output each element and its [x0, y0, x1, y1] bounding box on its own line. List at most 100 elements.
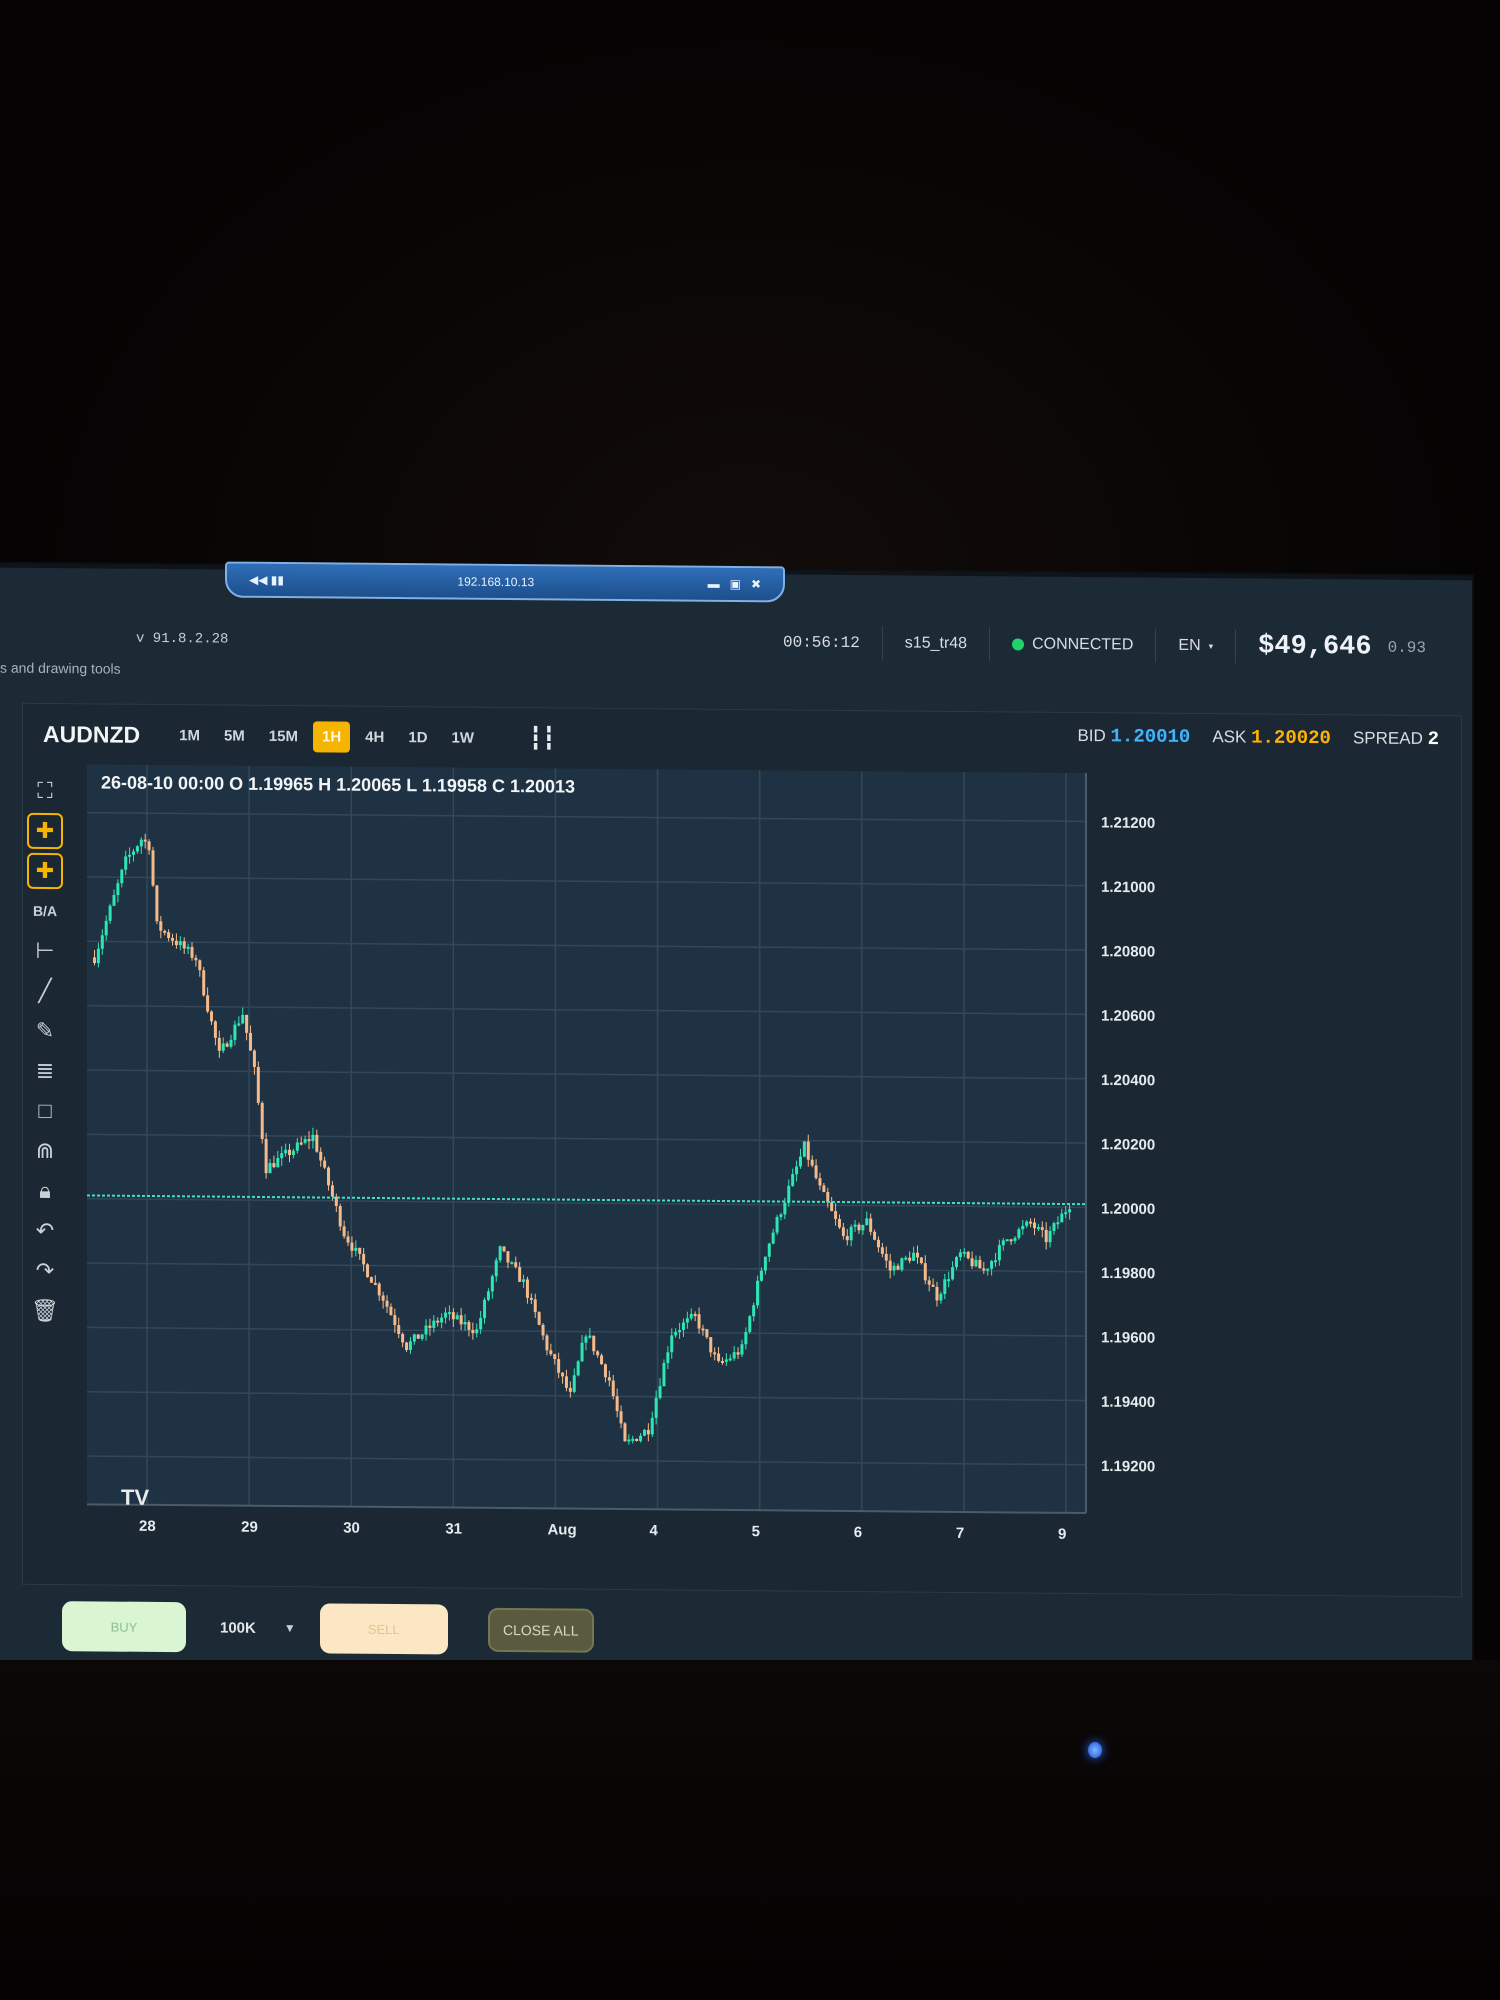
- trend-line-icon[interactable]: ╱: [27, 973, 63, 1009]
- candle-down: [225, 1043, 229, 1047]
- candle-up: [642, 1429, 646, 1436]
- candle-down: [198, 960, 202, 971]
- buy-button[interactable]: BUY: [62, 1601, 186, 1653]
- candle-down: [1029, 1221, 1033, 1224]
- candle-up: [685, 1318, 689, 1323]
- candle-down: [210, 1011, 214, 1022]
- candle-up: [802, 1141, 806, 1157]
- candle-down: [93, 957, 96, 964]
- candle-down: [213, 1021, 217, 1038]
- undo-icon[interactable]: ↶: [27, 1213, 63, 1249]
- candle-up: [186, 946, 190, 949]
- tab-timeframe-15m[interactable]: 15M: [260, 720, 307, 751]
- tab-timeframe-1h[interactable]: 1H: [312, 720, 351, 753]
- candle-down: [537, 1312, 541, 1325]
- quote-bar: BID 1.20010 ASK 1.20020 SPREAD 2: [1077, 725, 1439, 750]
- candle-down: [701, 1328, 705, 1331]
- room-background-bottom: [0, 1660, 1500, 2000]
- candle-up: [116, 883, 120, 895]
- price-chart[interactable]: 1.21200 1.21000 1.20800 1.20600 1.20400 1.202…: [81, 764, 1451, 1566]
- drawing-toolbar: ⛶ ✚ ✚ B/A ⊢ ╱ ✎ ≣ □ ⋒ 🔒︎ ↶ ↷ 🗑︎: [27, 769, 71, 1529]
- fullscreen-icon[interactable]: ⛶: [27, 773, 63, 809]
- tab-timeframe-1m[interactable]: 1M: [170, 720, 209, 751]
- candle-down: [709, 1337, 713, 1353]
- candle-up: [1005, 1239, 1009, 1242]
- candle-down: [338, 1206, 342, 1227]
- close-all-button[interactable]: CLOSE ALL: [487, 1607, 594, 1653]
- candle-down: [814, 1165, 818, 1179]
- candle-down: [564, 1376, 568, 1388]
- candle-up: [268, 1163, 272, 1174]
- candle-down: [822, 1185, 826, 1193]
- rectangle-icon[interactable]: □: [27, 1093, 63, 1129]
- crosshair-alt-icon[interactable]: ✚: [27, 852, 63, 890]
- candle-up: [96, 948, 100, 964]
- minimize-icon[interactable]: ▬: [708, 577, 720, 591]
- tab-timeframe-1d[interactable]: 1D: [399, 722, 436, 753]
- candlestick-chart-svg[interactable]: 1.21200 1.21000 1.20800 1.20600 1.20400 1.202…: [81, 764, 1451, 1566]
- account-balance: $49,646 0.93: [1235, 629, 1448, 666]
- sell-button[interactable]: SELL: [319, 1603, 448, 1655]
- candle-down: [381, 1295, 385, 1301]
- candle-down: [557, 1359, 561, 1373]
- candle-up: [576, 1361, 580, 1376]
- redo-icon[interactable]: ↷: [27, 1253, 63, 1289]
- monitor-screen: ◀◀ ▮▮ 192.168.10.13 ▬ ▣ ✖ v 91.8.2.28 s …: [0, 561, 1472, 1676]
- candle-up: [861, 1224, 865, 1231]
- candle-down: [451, 1312, 455, 1320]
- chevron-down-icon[interactable]: ▼: [284, 1621, 296, 1635]
- tab-timeframe-5m[interactable]: 5M: [215, 720, 254, 751]
- candlestick-type-icon[interactable]: ┇┇: [529, 725, 556, 751]
- bid-ask-toggle[interactable]: B/A: [27, 893, 63, 929]
- x-tick-label: 9: [1058, 1526, 1066, 1543]
- symbol-label[interactable]: AUDNZD: [43, 720, 140, 748]
- candle-up: [1013, 1237, 1017, 1241]
- remote-session-bar[interactable]: ◀◀ ▮▮ 192.168.10.13 ▬ ▣ ✖: [225, 561, 785, 603]
- quantity-value[interactable]: 100K: [220, 1619, 256, 1636]
- candle-up: [1048, 1230, 1052, 1243]
- candle-down: [869, 1218, 873, 1232]
- candle-up: [447, 1312, 451, 1315]
- remote-window-controls[interactable]: ▬ ▣ ✖: [708, 577, 761, 591]
- candle-up: [752, 1305, 756, 1317]
- candle-up: [494, 1260, 498, 1277]
- candle-down: [319, 1151, 323, 1161]
- candle-down: [561, 1372, 565, 1377]
- candle-up: [1021, 1225, 1025, 1230]
- candle-down: [467, 1321, 471, 1331]
- language-selector[interactable]: EN ▾: [1155, 628, 1236, 664]
- candle-down: [615, 1396, 619, 1412]
- magnet-icon[interactable]: ⋒: [27, 1133, 63, 1169]
- candle-down: [919, 1257, 923, 1264]
- tab-timeframe-1w[interactable]: 1W: [443, 722, 484, 753]
- tab-timeframe-4h[interactable]: 4H: [356, 721, 393, 752]
- lock-icon[interactable]: 🔒︎: [27, 1173, 63, 1209]
- candle-up: [139, 839, 143, 847]
- close-icon[interactable]: ✖: [751, 577, 761, 591]
- candle-up: [865, 1218, 869, 1226]
- remote-back-icon[interactable]: ◀◀ ▮▮: [249, 573, 284, 587]
- server-clock: 00:56:12: [782, 633, 860, 653]
- candle-up: [947, 1279, 951, 1282]
- candle-down: [931, 1284, 935, 1287]
- crosshair-icon[interactable]: ✚: [27, 812, 63, 850]
- y-tick-label: 1.19400: [1101, 1394, 1155, 1411]
- candle-down: [717, 1353, 721, 1361]
- horizontal-ray-icon[interactable]: ⊢: [27, 933, 63, 969]
- candle-up: [962, 1251, 966, 1254]
- candle-up: [771, 1232, 775, 1244]
- candle-down: [163, 930, 167, 933]
- x-tick-label: 31: [445, 1520, 462, 1537]
- candle-down: [834, 1211, 838, 1219]
- trash-icon[interactable]: 🗑︎: [27, 1293, 63, 1329]
- candle-up: [997, 1245, 1001, 1261]
- candle-up: [120, 869, 124, 884]
- restore-icon[interactable]: ▣: [730, 577, 741, 591]
- pencil-icon[interactable]: ✎: [27, 1013, 63, 1049]
- candle-down: [529, 1297, 533, 1300]
- fib-levels-icon[interactable]: ≣: [27, 1053, 63, 1089]
- y-tick-label: 1.19600: [1101, 1329, 1155, 1346]
- candle-up: [670, 1335, 674, 1353]
- candle-up: [904, 1257, 908, 1260]
- candle-down: [876, 1239, 880, 1248]
